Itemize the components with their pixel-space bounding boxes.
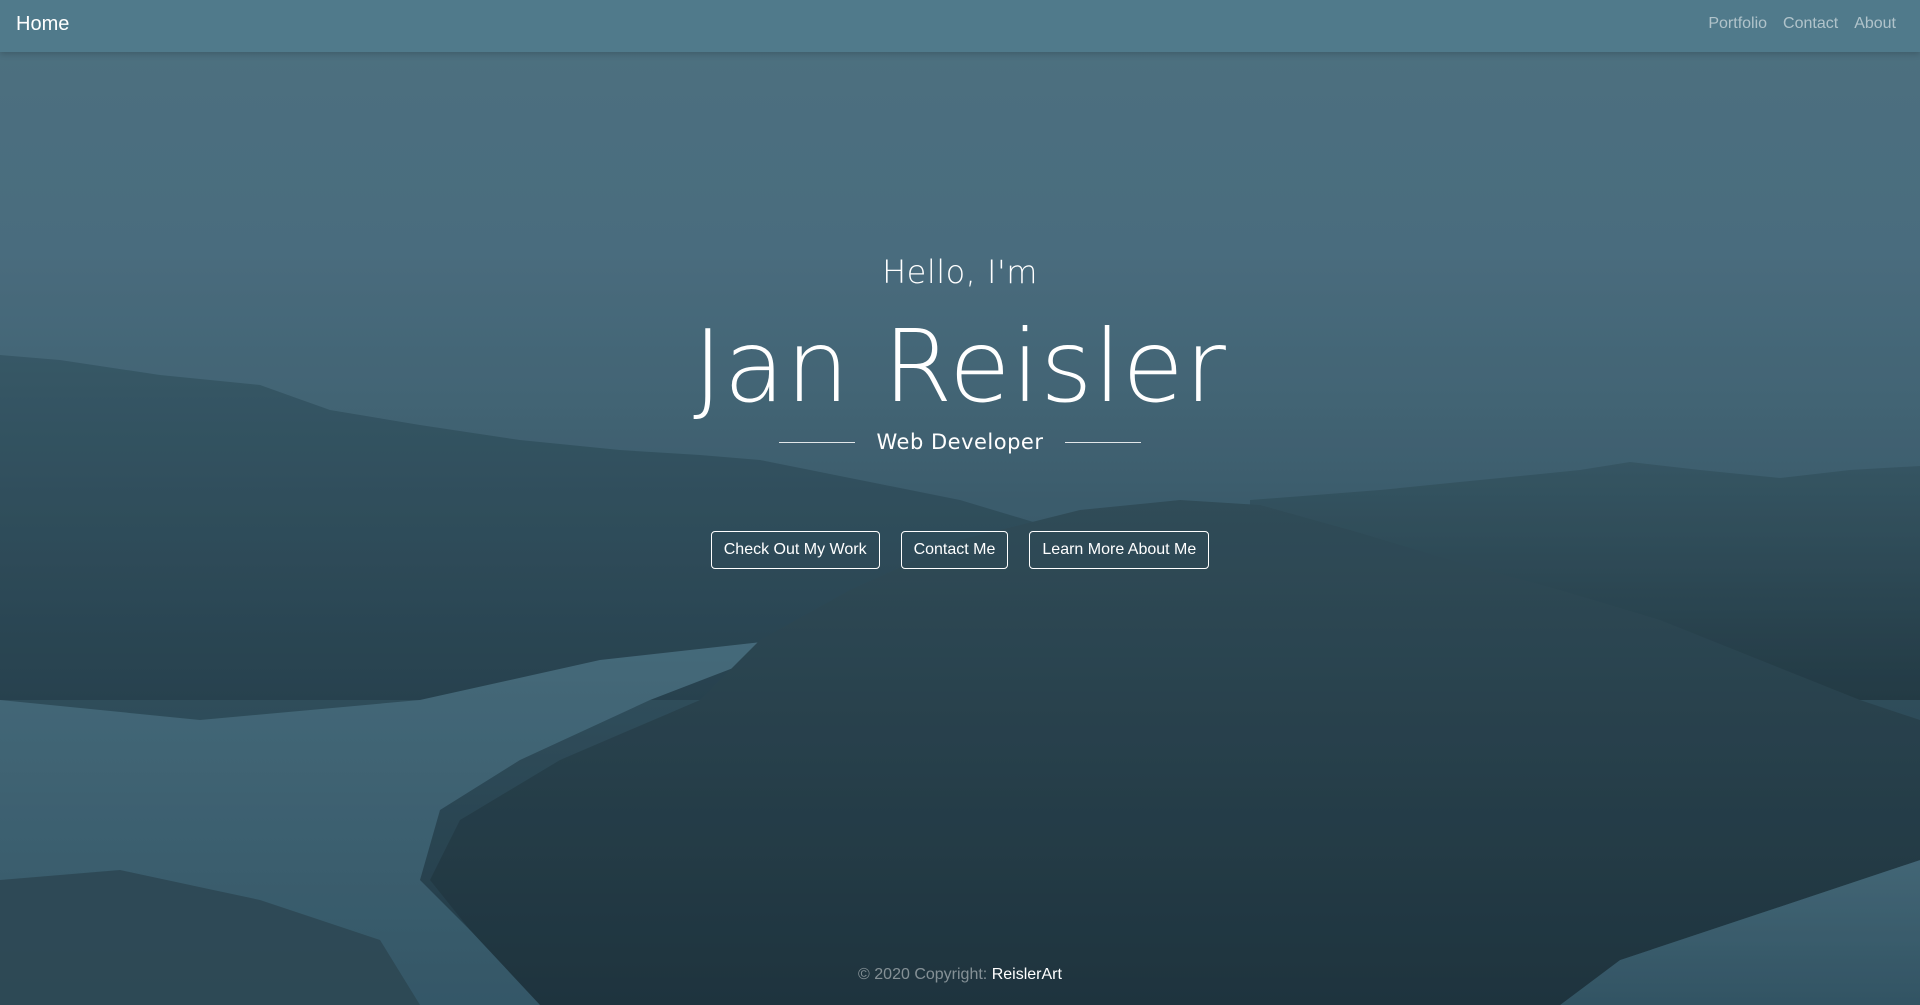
hero-section: Hello, I'm Jan Reisler Web Developer Che… [0,0,1920,1005]
nav-link-about[interactable]: About [1854,15,1896,33]
contact-me-button[interactable]: Contact Me [900,531,1009,569]
check-out-my-work-button[interactable]: Check Out My Work [710,531,880,569]
hero-buttons: Check Out My Work Contact Me Learn More … [0,531,1920,569]
learn-more-about-me-button[interactable]: Learn More About Me [1029,531,1210,569]
hero-role: Web Developer [876,430,1044,454]
hero-greeting: Hello, I'm [882,253,1038,291]
hero-role-row: Web Developer [0,430,1920,454]
nav-link-contact[interactable]: Contact [1783,15,1838,33]
top-navbar: Home Portfolio Contact About [0,0,1920,52]
footer: © 2020 Copyright: ReislerArt [0,966,1920,984]
left-divider-line [778,441,855,443]
page: Home Portfolio Contact About Hello, I'm … [0,0,1920,1005]
nav-links: Portfolio Contact About [1708,15,1896,33]
hero-name: Jan Reisler [693,308,1227,425]
copyright-text: © 2020 Copyright: [858,966,988,983]
right-divider-line [1065,441,1142,443]
home-brand-link[interactable]: Home [16,13,69,36]
reislerart-link[interactable]: ReislerArt [992,966,1062,983]
nav-link-portfolio[interactable]: Portfolio [1708,15,1767,33]
